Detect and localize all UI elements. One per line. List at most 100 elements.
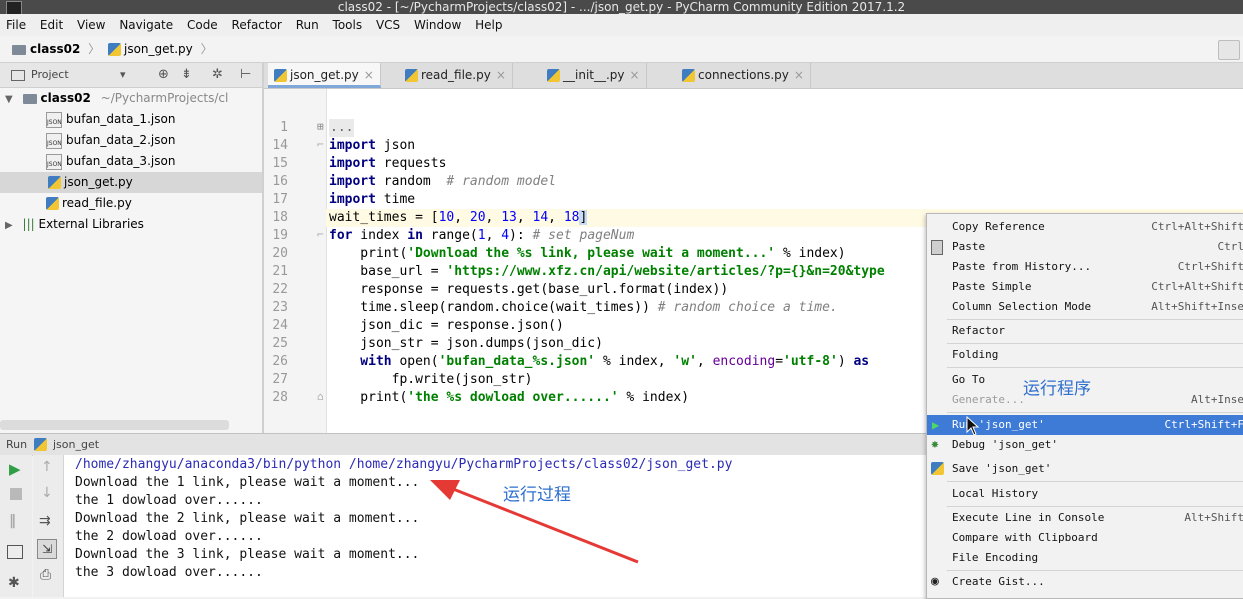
menu-vcs[interactable]: VCS [376, 14, 400, 36]
line-number: 22 [264, 281, 288, 299]
tab-connections[interactable]: connections.py× [676, 63, 811, 88]
code-text: % index) [619, 390, 689, 405]
project-panel-title[interactable]: Project [31, 63, 69, 87]
pause-icon[interactable]: ‖ [9, 513, 16, 529]
menu-item-file-encoding[interactable]: File Encoding [927, 548, 1243, 568]
menu-run[interactable]: Run [296, 14, 319, 36]
fold-marker-icon[interactable]: ⌂ [317, 390, 324, 403]
menu-item-compare-clipboard[interactable]: Compare with Clipboard [927, 528, 1243, 548]
hide-panel-icon[interactable]: ⊢ [240, 63, 251, 87]
menu-item-shortcut: Alt+Shift [1184, 508, 1243, 528]
tab-init[interactable]: __init__.py× [541, 63, 647, 88]
stop-icon[interactable] [10, 488, 22, 500]
soft-wrap-icon[interactable]: ⇉ [39, 513, 51, 529]
run-panel-title: Run [6, 434, 27, 455]
run-config-icon[interactable] [1218, 40, 1240, 60]
breadcrumb-project[interactable]: class02 [12, 42, 84, 56]
code-line-22: response = requests.get(base_url.format(… [329, 281, 728, 299]
sync-icon[interactable]: ⊕ [158, 63, 169, 87]
print-icon[interactable]: ⎙ [40, 567, 51, 583]
library-icon: ||| [23, 217, 35, 231]
code-keyword: import [329, 174, 376, 189]
tree-file-bufan-data-3[interactable]: JSONbufan_data_3.json [46, 151, 175, 172]
menu-item-paste-from-history[interactable]: Paste from History...Ctrl+Shift [927, 257, 1243, 277]
close-icon[interactable]: × [794, 68, 804, 82]
menu-item-execute-line[interactable]: Execute Line in ConsoleAlt+Shift [927, 508, 1243, 528]
gear-icon[interactable]: ✲ [212, 63, 223, 87]
collapse-icon[interactable]: ⇟ [181, 63, 192, 87]
code-bracket-match: ] [579, 210, 587, 225]
menu-item-refactor[interactable]: Refactor [927, 321, 1243, 341]
python-file-icon [48, 176, 61, 189]
menu-window[interactable]: Window [414, 14, 461, 36]
tree-external-libraries[interactable]: ▶ ||| External Libraries [5, 214, 144, 235]
menu-item-label: Copy Reference [952, 217, 1045, 237]
code-text: , [548, 210, 564, 225]
menu-edit[interactable]: Edit [40, 14, 63, 36]
menu-item-label: Local History [952, 484, 1038, 504]
menu-item-label: Paste [952, 237, 985, 257]
code-line-23: time.sleep(random.choice(wait_times)) # … [329, 299, 838, 317]
close-icon[interactable]: × [496, 68, 506, 82]
menu-refactor[interactable]: Refactor [232, 14, 282, 36]
menu-item-label: Generate... [952, 390, 1025, 410]
code-text: wait_times = [ [329, 210, 439, 225]
close-icon[interactable]: × [630, 68, 640, 82]
dropdown-arrow-icon[interactable]: ▾ [120, 63, 126, 87]
scroll-up-icon[interactable]: ↑ [41, 459, 53, 475]
tree-file-bufan-data-2[interactable]: JSONbufan_data_2.json [46, 130, 175, 151]
folded-code[interactable]: ... [329, 119, 354, 137]
run-config-name[interactable]: json_get [53, 434, 99, 455]
debug-bug-icon: ✸ [931, 435, 939, 455]
menu-item-create-gist[interactable]: ◉Create Gist... [927, 572, 1243, 592]
menu-file[interactable]: File [6, 14, 26, 36]
tab-read-file[interactable]: read_file.py × [399, 63, 513, 88]
line-number: 28 [264, 389, 288, 407]
menu-item-paste-simple[interactable]: Paste SimpleCtrl+Alt+Shift [927, 277, 1243, 297]
menu-view[interactable]: View [77, 14, 105, 36]
tab-label: read_file.py [421, 68, 491, 82]
scroll-down-icon[interactable]: ↓ [41, 485, 53, 501]
menu-navigate[interactable]: Navigate [119, 14, 173, 36]
project-view-icon [11, 70, 25, 81]
tree-file-bufan-data-1[interactable]: JSONbufan_data_1.json [46, 109, 175, 130]
menu-help[interactable]: Help [475, 14, 502, 36]
menu-item-save[interactable]: Save 'json_get' [927, 459, 1243, 479]
code-string: 'the %s dowload over......' [407, 390, 618, 405]
menu-separator [947, 319, 1243, 320]
tree-file-label: bufan_data_3.json [66, 154, 175, 168]
menu-item-column-selection[interactable]: Column Selection ModeAlt+Shift+Inse [927, 297, 1243, 317]
close-icon[interactable]: × [364, 68, 374, 82]
code-text: % index) [775, 246, 845, 261]
tree-root[interactable]: ▼ class02 ~/PycharmProjects/cl [5, 88, 262, 109]
code-keyword: in [407, 228, 423, 243]
line-number: 27 [264, 371, 288, 389]
layout-icon[interactable] [7, 545, 23, 559]
code-string: 'w' [673, 354, 696, 369]
tab-json-get[interactable]: json_get.py× [268, 63, 381, 88]
menu-code[interactable]: Code [187, 14, 218, 36]
tree-file-read-file[interactable]: read_file.py [46, 193, 132, 214]
tree-horizontal-scrollbar[interactable] [0, 420, 229, 430]
menu-item-paste[interactable]: PasteCtrl [927, 237, 1243, 257]
menu-item-folding[interactable]: Folding [927, 345, 1243, 365]
rerun-icon[interactable]: ▶ [9, 460, 21, 478]
code-text: time [376, 192, 415, 207]
menu-item-copy-reference[interactable]: Copy ReferenceCtrl+Alt+Shift [927, 217, 1243, 237]
code-number: 13 [501, 210, 517, 225]
pin-icon[interactable]: ✱ [8, 575, 20, 591]
menu-tools[interactable]: Tools [333, 14, 363, 36]
fold-expand-icon[interactable]: ⊞ [317, 120, 324, 133]
breadcrumb-file[interactable]: json_get.py [108, 42, 197, 56]
menu-item-debug[interactable]: ✸Debug 'json_get' [927, 435, 1243, 455]
fold-marker-icon[interactable]: ⌐ [317, 228, 324, 241]
code-line-15: import requests [329, 155, 446, 173]
code-line-25: json_str = json.dumps(json_dic) [329, 335, 603, 353]
fold-marker-icon[interactable]: ⌐ [317, 138, 324, 151]
menu-separator [947, 367, 1243, 368]
code-text: print( [329, 246, 407, 261]
scroll-to-end-icon[interactable]: ⇲ [37, 539, 57, 559]
menu-item-local-history[interactable]: Local History [927, 484, 1243, 504]
annotation-run-process: 运行过程 [503, 480, 571, 505]
tree-file-json-get-selected[interactable]: json_get.py [0, 172, 262, 193]
